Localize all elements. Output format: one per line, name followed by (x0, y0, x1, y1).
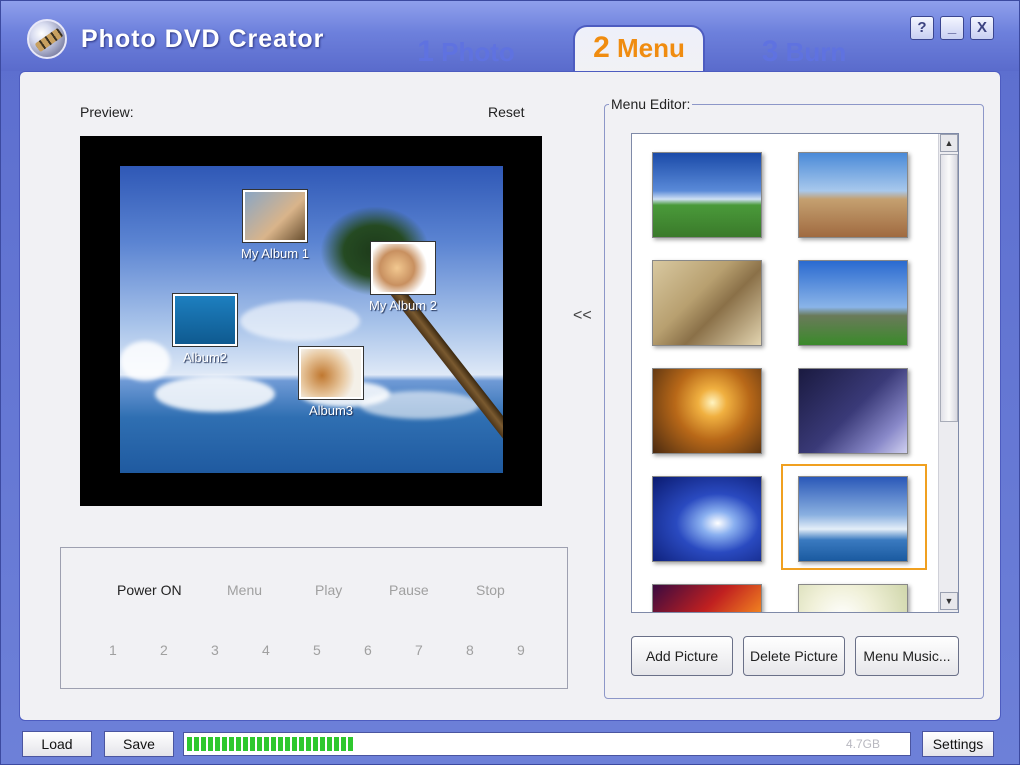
scrollbar-thumb[interactable] (940, 154, 958, 422)
remote-number-2[interactable]: 2 (160, 642, 168, 658)
add-picture-button[interactable]: Add Picture (631, 636, 733, 676)
disc-capacity-bar: 4.7GB (183, 732, 911, 756)
menu-music-button[interactable]: Menu Music... (855, 636, 959, 676)
album-button-my-album-2[interactable]: My Album 2 (358, 241, 448, 313)
tab-burn[interactable]: 3 Burn (739, 31, 869, 73)
thumbnail-blue-light[interactable] (652, 476, 762, 562)
remote-number-6[interactable]: 6 (364, 642, 372, 658)
remote-number-4[interactable]: 4 (262, 642, 270, 658)
cloud-shape (155, 376, 275, 412)
thumbnail-white-roses[interactable] (798, 584, 908, 612)
title-bar[interactable]: Photo DVD Creator 1 Photo 2 Menu 3 Burn … (1, 1, 1019, 73)
family-photo-icon (370, 241, 436, 295)
album-caption: My Album 1 (241, 246, 309, 261)
background-gallery[interactable]: ▲ ▼ (631, 133, 959, 613)
tab-menu[interactable]: 2 Menu (573, 25, 705, 73)
remote-number-8[interactable]: 8 (466, 642, 474, 658)
power-on-button[interactable]: Power ON (117, 582, 182, 598)
minimize-button[interactable]: _ (940, 16, 964, 40)
diver-photo-icon (172, 293, 238, 347)
gallery-scrollbar[interactable]: ▲ ▼ (938, 134, 958, 612)
capacity-label: 4.7GB (845, 737, 880, 751)
remote-control-panel: Power ON Menu Play Pause Stop 1 2 3 4 5 … (60, 547, 568, 689)
tab-photo-number: 1 (417, 35, 434, 68)
app-title: Photo DVD Creator (81, 25, 325, 53)
preview-label: Preview: (80, 104, 134, 120)
tab-menu-number: 2 (593, 31, 610, 64)
close-button[interactable]: X (970, 16, 994, 40)
tab-photo-label: Photo (441, 37, 515, 67)
remote-number-3[interactable]: 3 (211, 642, 219, 658)
load-button[interactable]: Load (22, 731, 92, 757)
settings-button[interactable]: Settings (922, 731, 994, 757)
thumbnail-sunset[interactable] (652, 368, 762, 454)
album-button-my-album-1[interactable]: My Album 1 (228, 189, 322, 261)
scroll-down-icon[interactable]: ▼ (940, 592, 958, 610)
remote-number-1[interactable]: 1 (109, 642, 117, 658)
thumbnail-stonehenge[interactable] (798, 260, 908, 346)
puppies-photo-icon (298, 346, 364, 400)
help-button[interactable]: ? (910, 16, 934, 40)
remote-stop-button[interactable]: Stop (476, 582, 505, 598)
app-window: Photo DVD Creator 1 Photo 2 Menu 3 Burn … (0, 0, 1020, 765)
album-caption: Album2 (182, 350, 228, 365)
menu-editor-label: Menu Editor: (609, 96, 693, 112)
tab-photo[interactable]: 1 Photo (401, 31, 531, 73)
thumbnail-lightning[interactable] (798, 368, 908, 454)
tab-menu-label: Menu (617, 33, 685, 63)
thumbnail-palm-beach[interactable] (798, 476, 908, 562)
album-caption: Album3 (308, 403, 354, 418)
remote-play-button[interactable]: Play (315, 582, 342, 598)
tab-burn-label: Burn (785, 37, 847, 67)
delete-picture-button[interactable]: Delete Picture (743, 636, 845, 676)
reset-button[interactable]: Reset (488, 104, 525, 120)
menu-editor-group: Menu Editor: ▲ ▼ Add Picture Delete Pict… (604, 96, 984, 699)
main-panel: Preview: Reset My Album 1 My Album 2 Alb… (19, 71, 1001, 721)
preview-background-image: My Album 1 My Album 2 Album2 Album3 (120, 166, 503, 473)
cloud-shape (120, 341, 170, 381)
collapse-arrow-button[interactable]: << (573, 307, 592, 325)
remote-menu-button[interactable]: Menu (227, 582, 262, 598)
save-button[interactable]: Save (104, 731, 174, 757)
album-caption: My Album 2 (369, 298, 437, 313)
thumbnail-fire-abstract[interactable] (652, 584, 762, 612)
friends-photo-icon (242, 189, 308, 243)
remote-pause-button[interactable]: Pause (389, 582, 429, 598)
remote-number-9[interactable]: 9 (517, 642, 525, 658)
disc-capacity-fill (187, 737, 353, 751)
menu-preview: My Album 1 My Album 2 Album2 Album3 (80, 136, 542, 506)
cloud-shape (240, 301, 360, 341)
thumbnail-sky-field[interactable] (652, 152, 762, 238)
album-button-album3[interactable]: Album3 (291, 346, 371, 418)
album-button-album2[interactable]: Album2 (165, 293, 245, 365)
remote-number-7[interactable]: 7 (415, 642, 423, 658)
thumbnail-sand-dune[interactable] (652, 260, 762, 346)
thumbnail-wheat-field[interactable] (798, 152, 908, 238)
remote-number-5[interactable]: 5 (313, 642, 321, 658)
cloud-shape (360, 391, 480, 419)
tab-burn-number: 3 (761, 35, 779, 68)
scroll-up-icon[interactable]: ▲ (940, 134, 958, 152)
dvd-film-logo-icon (27, 19, 67, 59)
